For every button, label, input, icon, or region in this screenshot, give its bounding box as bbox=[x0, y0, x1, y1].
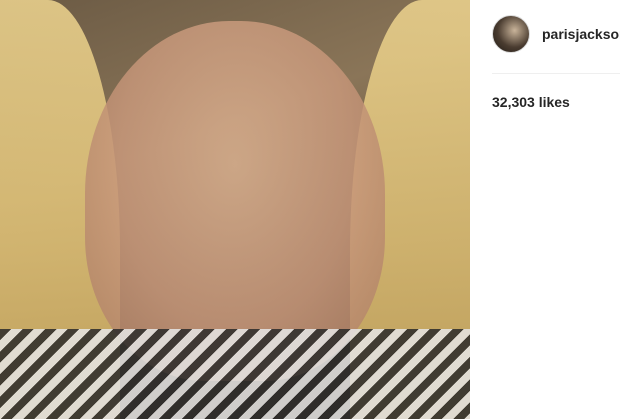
post-header: parisjacksor bbox=[492, 0, 620, 68]
photo-sweater bbox=[0, 329, 470, 419]
username-link[interactable]: parisjacksor bbox=[542, 26, 620, 42]
avatar[interactable] bbox=[492, 15, 530, 53]
post-photo[interactable] bbox=[0, 0, 470, 419]
photo-face bbox=[85, 21, 385, 382]
likes-count[interactable]: 32,303 likes bbox=[492, 94, 570, 110]
instagram-post: parisjacksor 32,303 likes bbox=[0, 0, 620, 419]
divider bbox=[492, 73, 620, 74]
post-sidebar: parisjacksor 32,303 likes bbox=[470, 0, 620, 419]
